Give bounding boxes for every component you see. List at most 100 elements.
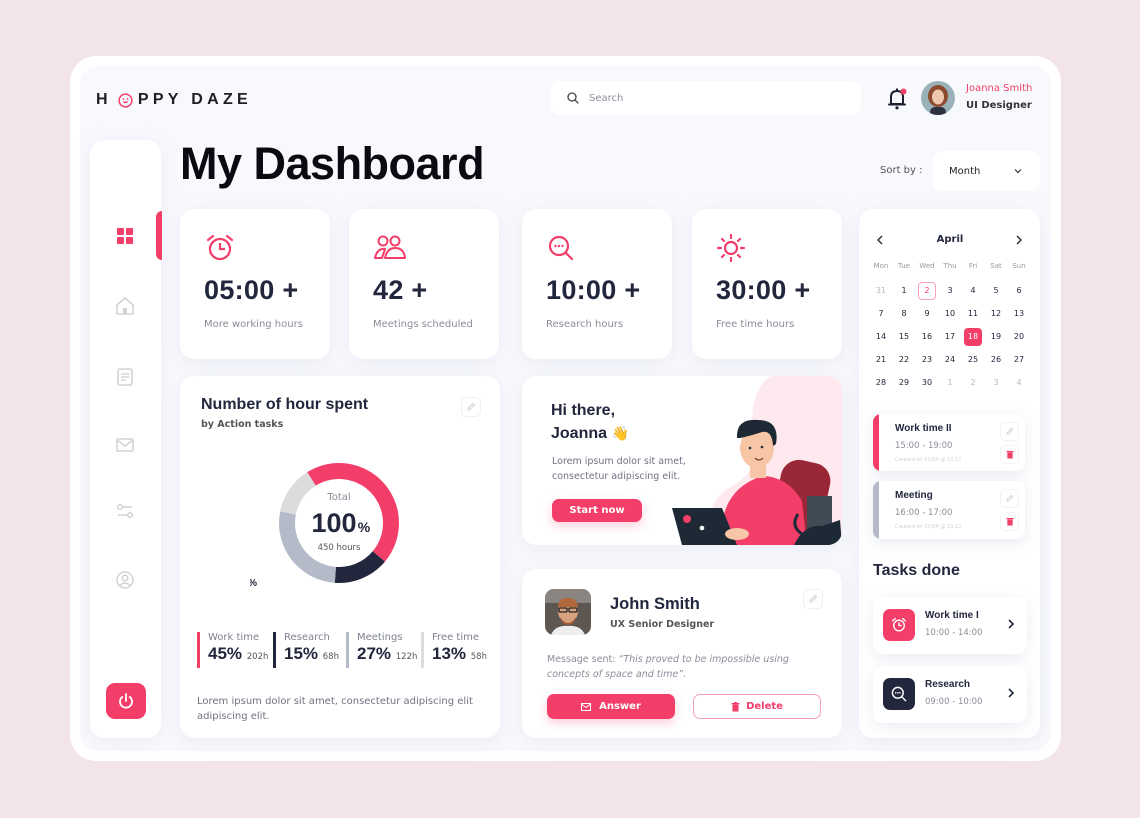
- calendar-day[interactable]: 11: [962, 305, 984, 323]
- calendar-day[interactable]: 30: [916, 374, 938, 392]
- donut-chart: Total 100 % 450 hours 45%15%27%13%: [250, 463, 399, 589]
- sun-icon: [716, 233, 746, 263]
- calendar-day[interactable]: 16: [916, 328, 938, 346]
- legend-item: Free time 13% 58h: [421, 632, 487, 668]
- calendar-day[interactable]: 23: [916, 351, 938, 369]
- calendar-day[interactable]: 22: [893, 351, 915, 369]
- logo: H PPY DAZE: [96, 91, 252, 109]
- donut-label: 27%: [250, 578, 257, 589]
- event-edit-button[interactable]: [1000, 422, 1019, 441]
- hours-card-title: Number of hour spent: [201, 396, 369, 413]
- calendar-day[interactable]: 17: [939, 328, 961, 346]
- user-name: Joanna Smith: [966, 83, 1033, 94]
- calendar-day-today[interactable]: 2: [918, 282, 936, 300]
- mail-icon[interactable]: [114, 434, 136, 456]
- john-avatar[interactable]: [545, 589, 591, 635]
- legend-value: 27% 122h: [357, 644, 417, 667]
- edit-button[interactable]: [461, 397, 481, 417]
- sort-value: Month: [949, 165, 981, 177]
- home-icon[interactable]: [114, 295, 136, 317]
- donut-center-value: 100: [311, 508, 356, 538]
- message-card: John Smith UX Senior Designer Message se…: [522, 569, 842, 738]
- event-delete-button[interactable]: [1000, 445, 1019, 464]
- answer-button[interactable]: Answer: [547, 694, 675, 719]
- sort-dropdown[interactable]: Month: [933, 151, 1040, 191]
- calendar-day[interactable]: 12: [985, 305, 1007, 323]
- calendar-weekday: Sat: [990, 262, 1002, 270]
- legend-name: Research: [284, 632, 330, 643]
- calendar-month: April: [936, 234, 964, 245]
- stat-label: More working hours: [204, 319, 303, 330]
- logout-button[interactable]: [106, 683, 146, 719]
- calendar-day[interactable]: 5: [985, 282, 1007, 300]
- answer-label: Answer: [599, 701, 641, 712]
- users-icon: [374, 235, 406, 259]
- task-title: Research: [925, 679, 971, 690]
- calendar-day[interactable]: 31: [870, 282, 892, 300]
- calendar-day[interactable]: 3: [939, 282, 961, 300]
- calendar-day[interactable]: 10: [939, 305, 961, 323]
- calendar-day[interactable]: 24: [939, 351, 961, 369]
- logo-suffix: PPY DAZE: [137, 91, 252, 108]
- alarm-clock-icon: [891, 617, 907, 632]
- sliders-icon[interactable]: [114, 500, 136, 522]
- calendar-day[interactable]: 7: [870, 305, 892, 323]
- donut-slice-free-time: [280, 472, 316, 515]
- search-chat-icon: [891, 686, 907, 702]
- calendar-day[interactable]: 19: [985, 328, 1007, 346]
- message-text: Message sent: “This proved to be impossi…: [547, 652, 817, 682]
- calendar-day[interactable]: 9: [916, 305, 938, 323]
- stat-value: 05:00 +: [204, 275, 299, 305]
- user-circle-icon[interactable]: [114, 569, 136, 591]
- calendar-weekday: Fri: [968, 262, 978, 270]
- event-color-bar: [873, 481, 879, 539]
- task-item[interactable]: Work time I 10:00 - 14:00: [873, 597, 1027, 654]
- welcome-text: Lorem ipsum dolor sit amet, consectetur …: [552, 456, 686, 482]
- calendar-day[interactable]: 28: [870, 374, 892, 392]
- calendar-day[interactable]: 29: [893, 374, 915, 392]
- delete-button[interactable]: Delete: [693, 694, 821, 719]
- grid-icon[interactable]: [114, 225, 136, 247]
- calendar-day[interactable]: 6: [1008, 282, 1030, 300]
- user-role: UI Designer: [966, 100, 1032, 111]
- event-delete-button[interactable]: [1000, 512, 1019, 531]
- stat-value: 42 +: [373, 275, 428, 305]
- event-edit-button[interactable]: [1000, 489, 1019, 508]
- search-bar[interactable]: [551, 81, 861, 115]
- calendar-day[interactable]: 25: [962, 351, 984, 369]
- calendar-next-button[interactable]: [1015, 235, 1023, 245]
- legend-percent: 15%: [284, 644, 319, 663]
- start-now-button[interactable]: Start now: [552, 499, 642, 522]
- edit-button[interactable]: [803, 589, 823, 609]
- calendar-day-selected[interactable]: 18: [964, 328, 982, 346]
- pencil-icon: [809, 594, 818, 603]
- user-avatar[interactable]: [921, 81, 955, 115]
- calendar-day[interactable]: 1: [939, 374, 961, 392]
- calendar-day[interactable]: 2: [962, 374, 984, 392]
- calendar-day[interactable]: 4: [962, 282, 984, 300]
- calendar-prev-button[interactable]: [876, 235, 884, 245]
- calendar-day[interactable]: 27: [1008, 351, 1030, 369]
- calendar-day[interactable]: 20: [1008, 328, 1030, 346]
- power-icon: [119, 693, 133, 709]
- calendar-day[interactable]: 4: [1008, 374, 1030, 392]
- document-icon[interactable]: [114, 366, 136, 388]
- event-created: Created on 01/04 @ 13:12: [895, 524, 962, 530]
- hours-spent-card: Number of hour spent by Action tasks Tot…: [180, 376, 500, 738]
- event-title: Work time II: [895, 423, 952, 434]
- calendar-day[interactable]: 13: [1008, 305, 1030, 323]
- calendar-day[interactable]: 21: [870, 351, 892, 369]
- calendar-day[interactable]: 26: [985, 351, 1007, 369]
- calendar-day[interactable]: 14: [870, 328, 892, 346]
- calendar-day[interactable]: 3: [985, 374, 1007, 392]
- notification-dot: [900, 88, 907, 95]
- event-card[interactable]: Meeting 16:00 - 17:00 Created on 01/04 @…: [873, 481, 1025, 539]
- contact-role: UX Senior Designer: [610, 619, 715, 630]
- calendar-day[interactable]: 15: [893, 328, 915, 346]
- calendar-day[interactable]: 1: [893, 282, 915, 300]
- event-card[interactable]: Work time II 15:00 - 19:00 Created on 01…: [873, 414, 1025, 471]
- calendar-day[interactable]: 8: [893, 305, 915, 323]
- bell-icon[interactable]: [886, 87, 908, 111]
- search-input[interactable]: [589, 92, 839, 104]
- task-item[interactable]: Research 09:00 - 10:00: [873, 666, 1027, 723]
